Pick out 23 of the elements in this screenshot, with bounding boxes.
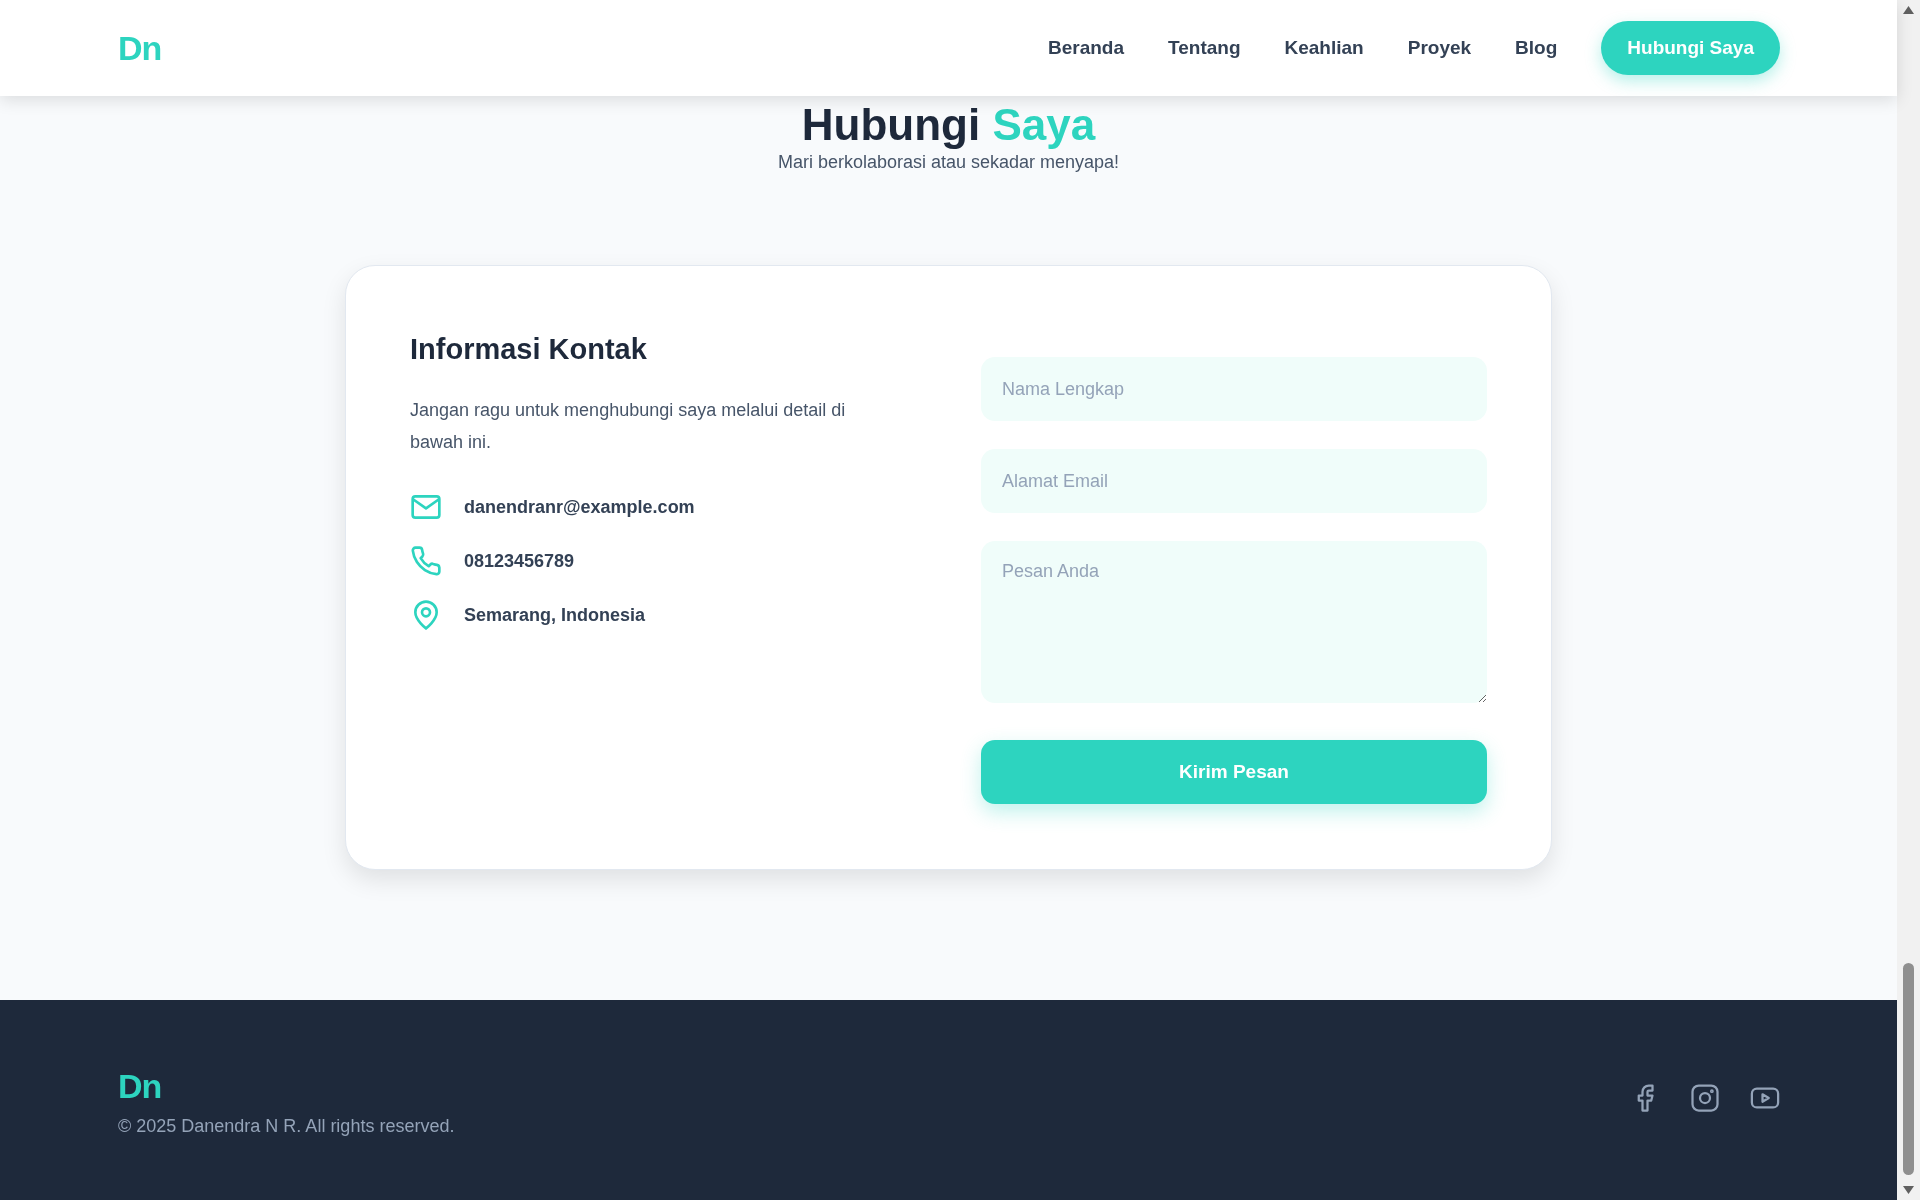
nav-link[interactable]: Blog <box>1515 37 1558 59</box>
contact-detail: Semarang, Indonesia <box>464 604 646 626</box>
scroll-up-icon[interactable] <box>1903 6 1914 14</box>
scroll-down-icon[interactable] <box>1903 1186 1914 1194</box>
message-field[interactable]: Pesan Anda <box>981 541 1487 703</box>
nav-link[interactable]: Proyek <box>1407 37 1472 59</box>
scrollbar[interactable] <box>1897 0 1920 1200</box>
instagram-icon[interactable] <box>1690 1083 1720 1113</box>
copyright-text: © 2025 Danendra N R. All rights reserved. <box>118 1116 455 1137</box>
section-title: Hubungi Saya <box>801 100 1096 150</box>
input-field[interactable]: Alamat Email <box>981 449 1487 513</box>
phone-icon <box>410 545 442 577</box>
section-subtitle: Mari berkolaborasi atau sekadar menyapa! <box>777 151 1120 174</box>
contact-detail: 08123456789 <box>464 550 575 572</box>
nav-link[interactable]: Keahlian <box>1284 37 1364 59</box>
nav-link[interactable]: Beranda <box>1048 37 1125 59</box>
description: Jangan ragu untuk menghubungi saya melalui detail di bawah ini. <box>410 399 847 454</box>
scrollbar-thumb[interactable] <box>1903 963 1914 1175</box>
contact-detail: danendranr@example.com <box>464 496 695 518</box>
footer-logo[interactable]: Dn <box>118 1067 455 1106</box>
nav-link[interactable]: Tentang <box>1168 37 1241 59</box>
card-heading: Informasi Kontak <box>410 332 648 367</box>
input-field[interactable]: Nama Lengkap <box>981 357 1487 421</box>
